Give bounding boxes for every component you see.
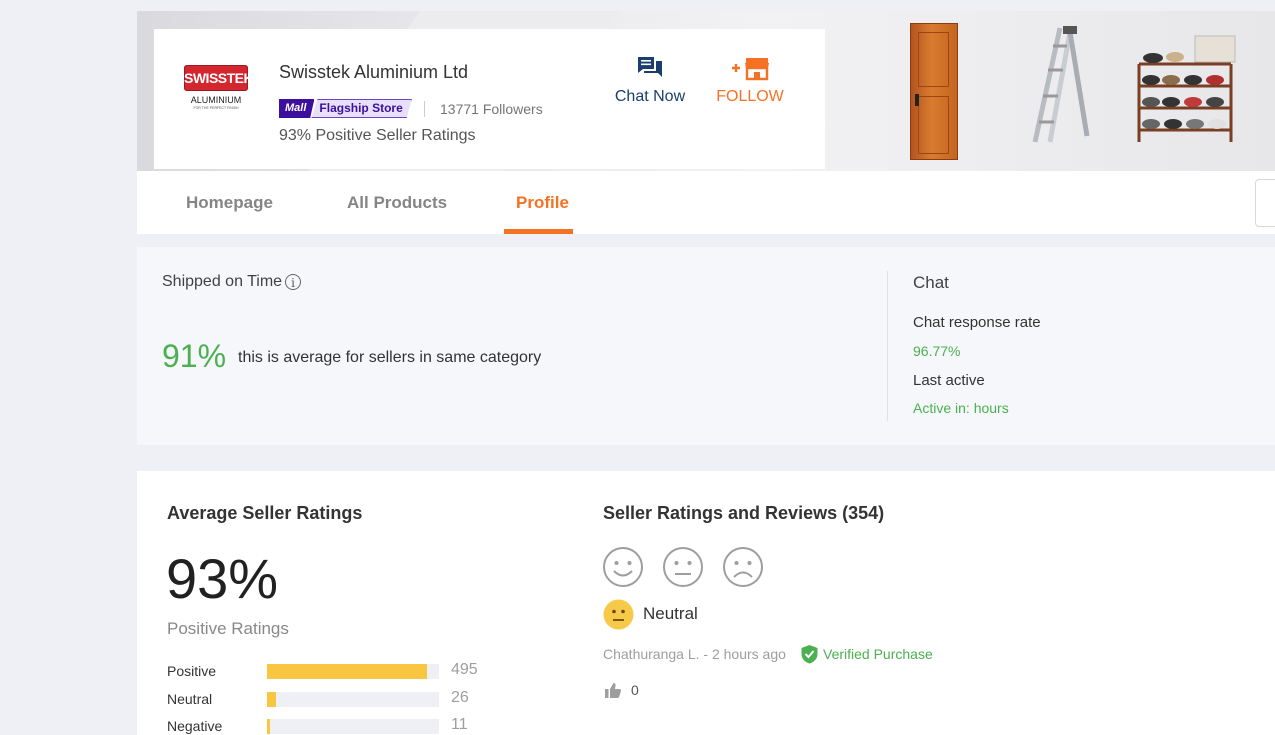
active-tab-indicator [504,229,573,234]
rating-bar [267,692,439,707]
followers-count: 13771 Followers [440,101,543,117]
performance-panel [137,247,1275,445]
positive-ratings-caption: Positive Ratings [167,619,289,638]
rating-row-count: 495 [451,661,478,678]
rating-bar [267,719,439,734]
verified-purchase-badge: Verified Purchase [800,644,933,664]
review-like-button[interactable]: 0 [605,682,639,698]
store-search-input[interactable] [1255,179,1275,227]
panel-divider [887,271,888,421]
shipped-on-time-heading: Shipped on Time i [162,273,302,291]
rating-bar-fill [267,664,427,679]
smile-face-icon[interactable] [602,546,644,588]
logo-subtitle: ALUMINIUM [190,95,242,105]
average-ratings-heading: Average Seller Ratings [167,503,363,523]
tab-homepage[interactable]: Homepage [186,193,273,213]
thumbs-up-icon [605,682,621,698]
flagship-badge: Mall Flagship Store [279,99,412,118]
neutral-face-icon[interactable] [662,546,704,588]
chat-now-label: Chat Now [614,88,686,105]
follow-store-icon [732,58,769,81]
logo-wordmark: SWISSTEK [184,65,254,91]
rating-row-label: Neutral [167,691,213,707]
reviews-heading: Seller Ratings and Reviews (354) [603,503,885,523]
divider [424,101,425,117]
reviewer-info: Chathuranga L. - 2 hours ago [603,646,786,662]
follow-button[interactable]: FOLLOW [710,55,790,106]
shoe-rack-product-image [1137,35,1236,142]
door-product-image [910,23,958,160]
shipped-on-time-label: Shipped on Time [162,273,283,290]
chat-heading: Chat [913,273,949,292]
verified-purchase-label: Verified Purchase [823,646,933,662]
rating-row-label: Positive [167,663,217,679]
rating-row-count: 26 [451,689,469,706]
positive-ratings-summary: 93% Positive Seller Ratings [279,127,476,144]
shop-name[interactable]: Swisstek Aluminium Ltd [279,62,468,83]
rating-bar [267,664,439,679]
neutral-emoji-icon [603,599,634,630]
shipped-on-time-percent: 91% [162,338,227,374]
last-active-value: Active in: hours [913,400,1009,416]
chat-now-button[interactable]: Chat Now [604,55,696,106]
store-tab-bar [137,171,1275,234]
rating-bar-fill [267,719,271,734]
logo-tagline: FOR THE PERFECT FINISH [193,106,239,110]
mall-badge: Mall [279,99,315,118]
tab-all-products[interactable]: All Products [347,193,447,213]
review-rating-label: Neutral [643,604,698,623]
shipped-on-time-note: this is average for sellers in same cate… [238,349,542,366]
rating-row-label: Negative [167,718,223,734]
follow-label: FOLLOW [716,88,784,105]
average-ratings-percent: 93% [166,547,279,610]
last-active-label: Last active [913,372,985,389]
chat-response-rate-label: Chat response rate [913,314,1041,331]
flagship-store-label: Flagship Store [311,99,412,118]
chat-response-rate-value: 96.77% [913,343,961,359]
rating-bar-fill [267,692,276,707]
sad-face-icon[interactable] [722,546,764,588]
info-icon[interactable]: i [285,274,302,290]
like-count: 0 [631,682,639,698]
chat-icon [638,57,662,77]
tab-profile[interactable]: Profile [516,193,569,213]
verified-shield-icon [801,645,818,664]
rating-row-count: 11 [451,716,468,733]
shop-logo[interactable]: SWISSTEK ALUMINIUM FOR THE PERFECT FINIS… [180,62,254,114]
ladder-product-image [1032,26,1090,143]
